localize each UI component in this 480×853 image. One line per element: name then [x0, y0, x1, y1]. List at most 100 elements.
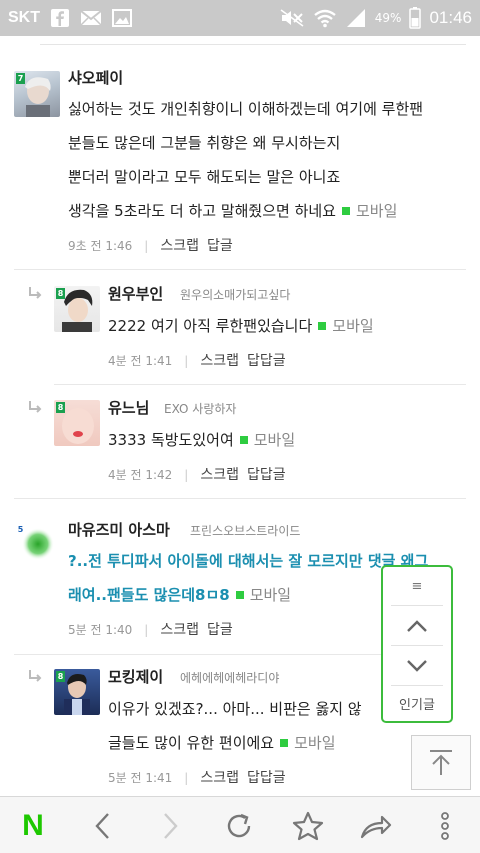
comment-text-line: 이유가 있겠죠?... 아마... 비판은 옳지 않: [108, 700, 362, 718]
comment-author[interactable]: 원우부인: [108, 283, 163, 304]
mobile-label: 모바일: [249, 586, 292, 604]
comment-text-line: 래여..팬들도 많은데8ㅁ8 모바일: [68, 584, 291, 605]
back-button[interactable]: [72, 797, 132, 853]
comment-meta: 5분 전 1:41 | 스크랩 답답글: [108, 770, 286, 786]
scroll-up-button[interactable]: [383, 606, 451, 645]
reply-arrow-icon: [29, 670, 42, 682]
menu-button[interactable]: ≡: [383, 567, 451, 605]
share-button[interactable]: [346, 797, 406, 853]
facebook-icon: [50, 8, 70, 28]
refresh-icon: [227, 813, 251, 837]
comment-meta: 5분 전 1:40 | 스크랩 답글: [68, 622, 233, 638]
reply-button[interactable]: 답글: [207, 238, 233, 254]
refresh-button[interactable]: [209, 797, 269, 853]
more-menu-button[interactable]: [415, 797, 475, 853]
comment-author[interactable]: 마유즈미 아스마: [68, 519, 170, 540]
comment-author-subtitle: 원우의소매가되고싶다: [180, 288, 291, 302]
mute-icon: [279, 8, 305, 28]
scrap-button[interactable]: 스크랩: [200, 770, 239, 786]
divider: [14, 654, 384, 655]
mobile-indicator-icon: [318, 322, 327, 330]
chevron-up-icon: [407, 619, 427, 632]
scrap-button[interactable]: 스크랩: [200, 353, 239, 369]
floating-nav: ≡ 인기글: [381, 565, 453, 723]
mobile-indicator-icon: [342, 207, 350, 215]
scroll-down-button[interactable]: [383, 646, 451, 685]
browser-bottom-bar: N: [0, 796, 480, 853]
naver-home-button[interactable]: N: [3, 797, 63, 853]
comment-meta: 4분 전 1:42 | 스크랩 답답글: [108, 467, 286, 483]
comment-text-line: 뿐더러 말이라고 모두 해도되는 말은 아니죠: [68, 168, 341, 186]
scroll-to-top-button[interactable]: [411, 735, 471, 790]
scrap-button[interactable]: 스크랩: [160, 238, 199, 254]
comment-text-line: 글들도 많이 유한 편이에요 모바일: [108, 732, 336, 753]
star-icon: [292, 811, 324, 840]
image-icon: [112, 9, 132, 27]
status-bar: SKT 49% 01:46: [0, 0, 480, 36]
comment-author-subtitle: 프린스오브스트라이드: [190, 524, 301, 538]
forward-button[interactable]: [141, 797, 201, 853]
popular-posts-button[interactable]: 인기글: [383, 686, 451, 721]
mobile-label: 모바일: [356, 202, 398, 220]
reply-button[interactable]: 답답글: [247, 467, 286, 483]
level-badge: 8: [56, 671, 65, 682]
signal-icon: [345, 8, 367, 28]
comment-author[interactable]: 유느님: [108, 397, 149, 418]
comment-time: 9초 전 1:46: [68, 239, 133, 253]
menu-icon: ≡: [411, 578, 423, 594]
arrow-up-icon: [430, 749, 452, 775]
bookmark-button[interactable]: [278, 797, 338, 853]
comment-author[interactable]: 샤오페이: [68, 67, 123, 88]
comment-text-line: 싫어하는 것도 개인취향이니 이해하겠는데 여기에 루한팬: [68, 100, 424, 118]
wifi-icon: [313, 8, 337, 28]
comment-text: 래여..팬들도 많은데8ㅁ8: [68, 586, 230, 604]
level-badge: 8: [56, 288, 65, 299]
mobile-label: 모바일: [294, 734, 336, 752]
chevron-left-icon: [95, 812, 109, 839]
level-badge: 7: [16, 73, 25, 84]
scrap-button[interactable]: 스크랩: [160, 622, 199, 638]
avatar[interactable]: 8: [54, 400, 100, 446]
comment-text-line: 생각을 5초라도 더 하고 말해줬으면 하네요 모바일: [68, 200, 397, 221]
chevron-right-icon: [164, 812, 178, 839]
comment-text: 2222 여기 아직 루한팬있습니다: [108, 317, 313, 335]
comment-time: 4분 전 1:42: [108, 468, 173, 482]
comment-text-line: 2222 여기 아직 루한팬있습니다 모바일: [108, 315, 374, 336]
reply-arrow-icon: [29, 401, 42, 413]
reply-button[interactable]: 답답글: [247, 770, 286, 786]
battery-icon: [409, 7, 422, 29]
mail-icon: [80, 9, 102, 27]
reply-button[interactable]: 답답글: [247, 353, 286, 369]
mobile-indicator-icon: [235, 591, 244, 599]
popular-posts-label: 인기글: [399, 698, 435, 713]
carrier-label: SKT: [8, 9, 40, 26]
reply-button[interactable]: 답글: [207, 622, 233, 638]
comment-author-subtitle: EXO 사랑하자: [164, 402, 237, 416]
level-badge: 8: [56, 402, 65, 413]
more-vertical-icon: [441, 811, 449, 840]
mobile-indicator-icon: [280, 739, 289, 747]
scrap-button[interactable]: 스크랩: [200, 467, 239, 483]
comment-text: 3333 독방도있어여: [108, 431, 234, 449]
avatar[interactable]: 5: [14, 522, 60, 568]
divider: [54, 384, 466, 385]
comment-author-subtitle: 에헤에헤에헤라디야: [180, 671, 280, 685]
comment-time: 5분 전 1:40: [68, 623, 133, 637]
comment-text-line: 분들도 많은데 그분들 취향은 왜 무시하는지: [68, 134, 341, 152]
comment-text-line: ?..전 투디파서 아이돌에 대해서는 잘 모르지만 댓글 왜그: [68, 552, 429, 570]
comment-text: 글들도 많이 유한 편이에요: [108, 734, 275, 752]
avatar[interactable]: 8: [54, 669, 100, 715]
chevron-down-icon: [407, 659, 427, 672]
level-badge: 5: [16, 524, 25, 535]
comment-author[interactable]: 모킹제이: [108, 666, 163, 687]
mobile-indicator-icon: [239, 436, 248, 444]
avatar[interactable]: 8: [54, 286, 100, 332]
divider: [14, 498, 466, 499]
reply-arrow-icon: [29, 287, 42, 299]
naver-logo: N: [22, 808, 44, 842]
battery-percent: 49%: [374, 11, 402, 25]
comment-text: 생각을 5초라도 더 하고 말해줬으면 하네요: [68, 202, 336, 220]
divider: [40, 44, 466, 45]
divider: [14, 269, 466, 270]
avatar[interactable]: 7: [14, 71, 60, 117]
